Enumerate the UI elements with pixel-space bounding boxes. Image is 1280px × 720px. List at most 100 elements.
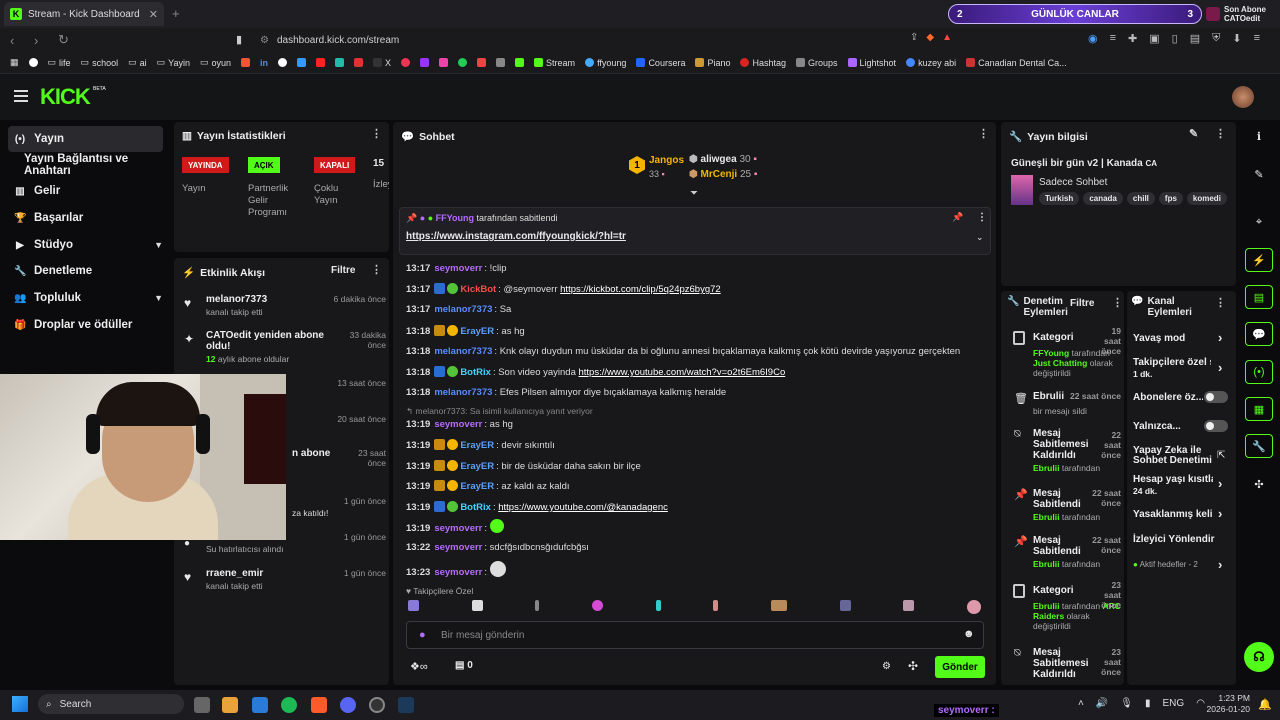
- bookmark-youtube-icon[interactable]: [316, 58, 326, 67]
- more-options-icon[interactable]: ⋮: [371, 263, 382, 276]
- chat-icon[interactable]: 💬: [1245, 322, 1273, 346]
- filter-button[interactable]: Filtre: [1070, 298, 1094, 309]
- bookmark-ai[interactable]: ▭ ai: [128, 57, 147, 68]
- expand-down-icon[interactable]: ⏷: [690, 188, 698, 199]
- bookmark-page-icon[interactable]: ▮: [236, 33, 242, 46]
- file-explorer-icon[interactable]: [222, 697, 238, 713]
- sidebar-item-yayin[interactable]: (•) Yayın: [8, 126, 163, 152]
- photos-icon[interactable]: [252, 697, 268, 713]
- chat-settings-icon[interactable]: ⚙: [882, 661, 891, 672]
- msg-user[interactable]: seymoverr: [434, 542, 482, 553]
- translate-icon[interactable]: ◉: [1088, 32, 1098, 45]
- bookmark-grey-icon[interactable]: [496, 58, 506, 67]
- msg-link[interactable]: https://www.youtube.com/@kanadagenc: [498, 502, 668, 513]
- edit-icon[interactable]: ✎: [1189, 127, 1198, 140]
- bookmark-instagram-icon[interactable]: [439, 58, 449, 67]
- mod-tools-icon[interactable]: ✣: [908, 659, 918, 673]
- chevron-right-icon[interactable]: ›: [1218, 557, 1222, 572]
- mic-level-icon[interactable]: ▮: [1145, 698, 1151, 709]
- edit-icon[interactable]: ✎: [1245, 162, 1273, 186]
- bookmark-stream[interactable]: Stream: [534, 58, 575, 68]
- emote-icon[interactable]: [770, 600, 787, 611]
- mod-log-icon[interactable]: ▦: [1245, 397, 1273, 421]
- spotify-icon[interactable]: [281, 697, 297, 713]
- user-avatar[interactable]: [1232, 86, 1254, 108]
- tag[interactable]: Turkish: [1039, 192, 1080, 205]
- stats-icon[interactable]: ▤: [1245, 285, 1273, 309]
- emote-icon[interactable]: [591, 600, 603, 611]
- volume-icon[interactable]: 🔊: [1096, 698, 1108, 709]
- bookmark-red-icon[interactable]: [241, 58, 251, 67]
- extensions-icon[interactable]: ✚: [1128, 32, 1137, 45]
- vpn-icon[interactable]: ⛨: [1212, 32, 1220, 45]
- bookmark-groups[interactable]: Groups: [796, 58, 838, 68]
- chevron-right-icon[interactable]: ›: [1218, 506, 1222, 521]
- bookmark-lightshot[interactable]: Lightshot: [847, 58, 896, 68]
- bookmark-whatsapp-icon[interactable]: [458, 58, 468, 67]
- reader-icon[interactable]: ≡: [1110, 32, 1116, 45]
- send-button[interactable]: Gönder: [935, 656, 985, 678]
- chevron-right-icon[interactable]: ›: [1218, 476, 1222, 491]
- notifications-icon[interactable]: 🔔: [1258, 698, 1272, 711]
- share-icon[interactable]: ⇪: [910, 32, 918, 43]
- bookmark-kuzey[interactable]: kuzey abi: [906, 58, 956, 68]
- tray-chevron-icon[interactable]: ˄: [1078, 698, 1084, 709]
- brave-icon[interactable]: [311, 697, 327, 713]
- emote-icon[interactable]: [713, 600, 719, 611]
- bookmark-pink-icon[interactable]: [401, 58, 411, 67]
- kick-logo[interactable]: KICK: [40, 84, 91, 110]
- bookmark-x[interactable]: X: [373, 58, 391, 68]
- taskbar-search[interactable]: ⌕ Search: [38, 694, 184, 714]
- sidebar-toggle-icon[interactable]: ▯: [1172, 32, 1178, 45]
- msg-user[interactable]: melanor7373: [434, 387, 492, 398]
- pinned-link[interactable]: https://www.instagram.com/ffyoungkick/?h…: [406, 231, 626, 242]
- emote-icon[interactable]: [535, 600, 540, 611]
- google-icon[interactable]: [28, 58, 38, 67]
- chevron-right-icon[interactable]: ›: [1218, 360, 1222, 375]
- bookmark-linkedin[interactable]: in: [260, 58, 268, 68]
- broadcast-icon[interactable]: (•): [1245, 360, 1273, 384]
- subscriber-only-setting[interactable]: Abonelere öz...: [1133, 392, 1203, 403]
- bookmark-gmail-icon[interactable]: [354, 58, 364, 67]
- external-link-icon[interactable]: ⇱: [1217, 450, 1225, 461]
- msg-user[interactable]: seymoverr: [434, 263, 482, 274]
- raid-setting[interactable]: İzleyici Yönlendir: [1133, 534, 1215, 545]
- emote-icon[interactable]: [408, 600, 419, 611]
- windows-start-icon[interactable]: [12, 696, 28, 712]
- tag[interactable]: komedi: [1186, 192, 1227, 205]
- msg-user[interactable]: melanor7373: [434, 304, 492, 315]
- chat-input[interactable]: ● Bir mesaj gönderin ☻: [406, 621, 984, 649]
- msg-link[interactable]: https://www.youtube.com/watch?v=o2t6Em6I…: [579, 367, 786, 378]
- sidebar-item-gelir[interactable]: ▥ Gelir: [8, 178, 163, 204]
- reload-icon[interactable]: ↻: [58, 32, 72, 48]
- emote-icon[interactable]: [471, 600, 483, 611]
- bookmark-hashtag[interactable]: Hashtag: [740, 58, 786, 68]
- microphone-icon[interactable]: 🎙: [1120, 698, 1133, 709]
- msg-user[interactable]: ErayER: [460, 326, 494, 337]
- bookmark-piano[interactable]: Piano: [695, 58, 730, 68]
- bolt-icon[interactable]: ⚡: [1245, 248, 1273, 272]
- more-options-icon[interactable]: ⋮: [1215, 127, 1226, 140]
- discord-icon[interactable]: [340, 697, 356, 713]
- chevron-down-icon[interactable]: ⌄: [976, 232, 984, 243]
- sidebar-item-basarilar[interactable]: 🏆 Başarılar: [8, 205, 163, 231]
- focus-icon[interactable]: ⌖: [1245, 210, 1273, 234]
- emote-only-setting[interactable]: Yalnızca...: [1133, 421, 1181, 432]
- chevron-right-icon[interactable]: ›: [1218, 330, 1222, 345]
- url-field[interactable]: ⚙ dashboard.kick.com/stream: [260, 32, 940, 48]
- obs-icon[interactable]: [369, 697, 385, 713]
- back-icon[interactable]: ‹: [10, 33, 24, 48]
- close-tab-icon[interactable]: ✕: [149, 8, 158, 21]
- apps-icon[interactable]: ▦: [10, 57, 19, 68]
- sidebar-item-denetleme[interactable]: 🔧 Denetleme: [8, 258, 163, 284]
- msg-user[interactable]: ErayER: [460, 440, 494, 451]
- emoji-picker-icon[interactable]: ☻: [963, 628, 975, 640]
- msg-link[interactable]: https://kickbot.com/clip/5q24pz6byg72: [560, 284, 721, 295]
- forward-icon[interactable]: ›: [34, 33, 48, 48]
- info-icon[interactable]: ℹ: [1245, 124, 1273, 148]
- tag[interactable]: canada: [1083, 192, 1123, 205]
- sidebar-item-topluluk[interactable]: 👥 Topluluk ▼: [8, 285, 163, 311]
- msg-user[interactable]: ErayER: [460, 461, 494, 472]
- sidebar-item-stream-key[interactable]: Yayın Bağlantısı ve Anahtarı: [8, 152, 163, 178]
- more-options-icon[interactable]: ⋮: [1112, 296, 1123, 309]
